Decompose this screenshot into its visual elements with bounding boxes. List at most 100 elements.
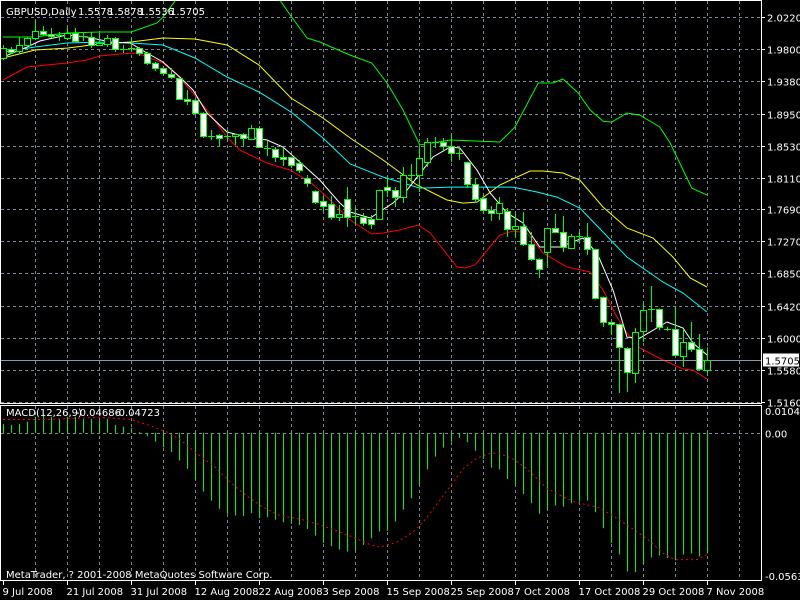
price-axis-label: 1.9800 [767,46,800,57]
candle-body [672,329,679,356]
candle-body [152,63,159,69]
candle-body [704,360,711,371]
candle-body [656,309,663,328]
candle-body [328,204,335,218]
candle [592,248,599,300]
price-axis-label: 1.6420 [767,303,800,314]
candle-body [640,310,647,332]
price-axis-label: 1.5580 [767,367,800,378]
candle-body [48,34,55,37]
candle-body [400,175,407,198]
candle-body [104,38,111,45]
date-axis-label: 15 Sep 2008 [387,587,450,598]
candle-body [200,113,207,137]
candle-body [1,48,7,59]
candle-body [696,349,703,370]
candle-body [64,33,71,39]
candle-body [72,33,79,42]
candle-body [240,134,247,139]
candle-body [592,249,599,299]
candle-body [368,219,375,225]
price-axis-label: 1.8950 [767,111,800,122]
candle-body [464,162,471,185]
candle-body [360,217,367,224]
candle-body [680,342,687,357]
date-axis-label: 3 Sep 2008 [323,587,380,598]
candle-body [440,142,447,147]
chart-background [0,0,800,600]
candle-body [424,142,431,163]
price-axis-label: 1.6850 [767,270,800,281]
price-axis-label: 1.9380 [767,78,800,89]
candle [600,296,607,328]
candle-body [616,324,623,348]
candle-body [608,322,615,325]
candle [376,189,383,221]
candle-body [24,38,31,46]
candle-body [336,214,343,218]
candle-body [632,332,639,374]
price-axis-label: 1.8110 [767,175,800,186]
price-axis-label: 1.7690 [767,206,800,217]
candle-body [472,184,479,200]
candle-body [600,297,607,323]
copyright-text: MetaTrader, ? 2001-2008 MetaQuotes Softw… [6,570,272,581]
candle-body [144,53,151,64]
candle [24,37,31,48]
candle-body [528,244,535,260]
candle-body [88,37,95,46]
candle-body [256,128,263,148]
candle-body [488,210,495,214]
candle-body [344,199,351,218]
candle-body [416,158,423,176]
candle [568,234,575,249]
date-axis-label: 29 Oct 2008 [643,587,705,598]
macd-label-signal: -0.04723 [115,408,160,419]
date-axis-label: 21 Jul 2008 [67,587,124,598]
candle-body [160,68,167,74]
current-price-label: 1.5705 [765,357,800,368]
candle-body [96,43,103,46]
macd-axis-label: -0.05634 [765,572,800,583]
chart-header-close: 1.5705 [170,7,205,18]
candle-body [376,190,383,220]
candle [656,308,663,331]
candle-body [288,157,295,166]
candle-body [536,259,543,270]
candle [424,138,431,168]
candle-body [520,226,527,245]
price-axis-label: 1.7270 [767,238,800,249]
candle-body [568,236,575,249]
candle-body [584,237,591,250]
price-axis-label: 2.0220 [767,14,800,25]
macd-axis-label: 0.01044 [765,407,800,418]
chart-header-low: 1.5536 [139,7,174,18]
candle-body [512,226,519,230]
candle-body [296,163,303,171]
date-axis-label: 31 Jul 2008 [131,587,188,598]
candle-body [40,31,47,35]
candle-body [320,201,327,207]
candle [312,190,319,205]
candle-body [544,228,551,253]
candle-body [272,149,279,158]
candle-body [392,190,399,198]
candle-body [448,146,455,154]
candle-body [32,31,39,39]
candle-body [16,45,23,52]
candle-body [480,198,487,211]
date-axis-label: 17 Oct 2008 [579,587,641,598]
date-axis-label: 9 Jul 2008 [3,587,53,598]
candle [112,37,119,53]
candle-body [184,99,191,102]
candle-body [312,191,319,203]
candle-body [384,187,391,191]
candle-body [496,203,503,214]
candle-body [232,134,239,137]
candle-body [504,211,511,230]
price-axis-label: 1.8530 [767,143,800,154]
chart-header-symbol: GBPUSD,Daily [6,7,77,18]
candle-body [280,157,287,160]
candle-body [192,100,199,114]
candle [192,98,199,115]
